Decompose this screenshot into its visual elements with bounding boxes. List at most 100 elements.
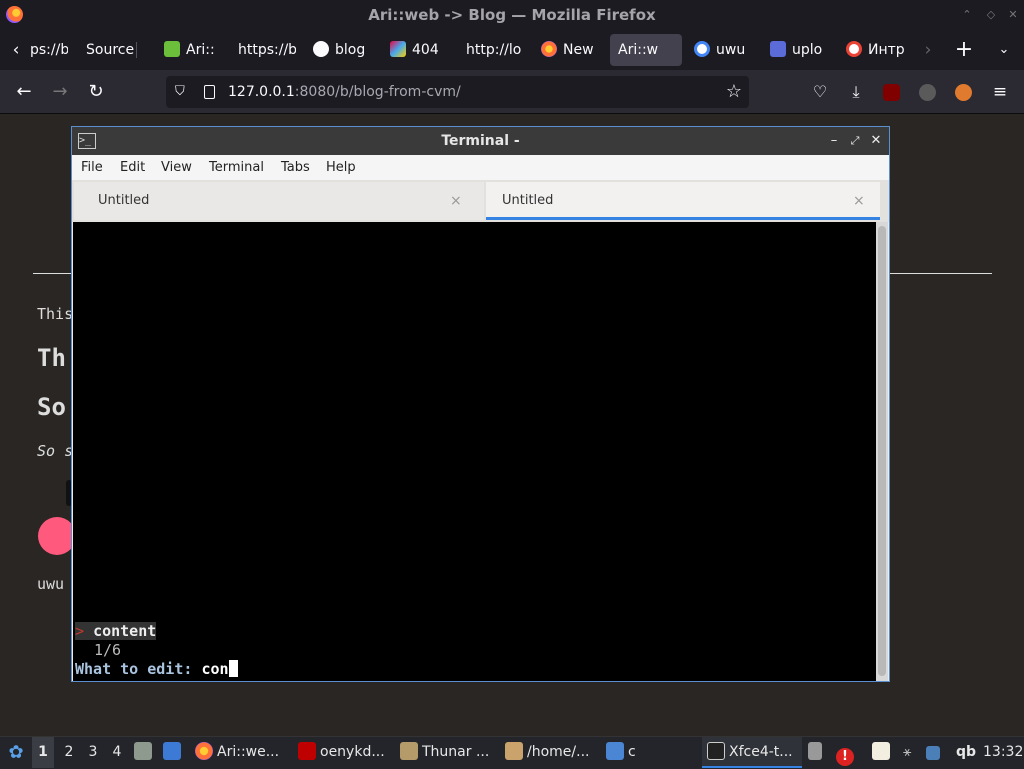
tab-label: Ari::w — [618, 42, 659, 58]
terminal-menubar — [72, 155, 889, 180]
close-icon[interactable]: ✕ — [1006, 8, 1020, 22]
maximize-icon[interactable]: ◇ — [984, 8, 998, 22]
browser-tab[interactable]: 404 — [390, 34, 440, 66]
browser-tab[interactable]: New — [541, 34, 595, 66]
page-divider — [890, 273, 992, 274]
browser-tab[interactable]: ps://b — [30, 34, 68, 66]
terminal-tab-label: Untitled — [98, 193, 150, 208]
close-tab-icon[interactable]: × — [450, 182, 462, 220]
taskbar-app-thunar[interactable]: Thunar ... — [400, 737, 496, 768]
forward-icon[interactable]: → — [45, 78, 75, 106]
whisker-menu-icon[interactable]: ✿ — [6, 737, 26, 768]
firefox-icon — [541, 41, 557, 57]
tray-alert-icon[interactable]: ! — [836, 737, 858, 768]
tray-update-icon[interactable] — [926, 737, 944, 768]
tab-label: Source — [86, 42, 135, 58]
leaf-icon — [164, 41, 180, 57]
taskbar-app-folder[interactable]: c — [606, 737, 646, 768]
browser-tab[interactable]: Интр — [846, 34, 904, 66]
terminal-tab-active[interactable]: Untitled × — [486, 182, 880, 220]
terminal-screen[interactable] — [73, 222, 876, 681]
tray-clipboard-icon[interactable] — [808, 737, 826, 768]
update-icon — [926, 746, 940, 760]
tab-label: https://b — [238, 42, 296, 58]
tampermonkey-icon[interactable] — [955, 84, 972, 101]
text-cursor — [228, 660, 238, 677]
privacy-extension-icon[interactable] — [919, 84, 936, 101]
show-desktop-icon[interactable] — [163, 737, 185, 768]
result-counter: 1/6 — [94, 641, 122, 659]
browser-tab[interactable]: blog — [313, 34, 367, 66]
launcher-files-icon[interactable] — [134, 737, 156, 768]
taskbar-app-filezilla[interactable]: oenykd... — [298, 737, 390, 768]
taskbar-app-firefox[interactable]: Ari::we... — [195, 737, 287, 768]
downloads-icon[interactable]: ⤓ — [846, 80, 866, 104]
network-icon[interactable]: ⚹ — [903, 737, 911, 768]
browser-tab[interactable]: https://b — [238, 34, 296, 66]
menu-file[interactable]: File — [81, 155, 103, 180]
browser-tab[interactable]: uplo — [770, 34, 824, 66]
page-heading: Th — [37, 344, 66, 372]
tab-scroll-right-icon[interactable]: › — [914, 34, 942, 66]
terminal-icon — [707, 742, 725, 760]
taskbar-app-label: /home/... — [527, 744, 590, 760]
close-icon[interactable]: ✕ — [868, 132, 884, 150]
taskbar-app-terminal[interactable]: Xfce4-t... — [702, 737, 802, 768]
google-icon — [694, 41, 710, 57]
minimize-icon[interactable]: – — [826, 132, 842, 150]
tab-label: blog — [335, 42, 366, 58]
google-icon — [846, 41, 862, 57]
taskbar-app-label: Thunar ... — [422, 744, 490, 760]
workspace-2[interactable]: 2 — [60, 737, 78, 768]
taskbar-app-label: Ari::we... — [217, 744, 280, 760]
thunar-icon — [400, 742, 418, 760]
menu-view[interactable]: View — [161, 155, 192, 180]
filezilla-icon — [298, 742, 316, 760]
terminal-title: Terminal - — [441, 133, 520, 149]
prompt-marker: > — [75, 622, 85, 640]
menu-help[interactable]: Help — [326, 155, 356, 180]
menu-icon[interactable]: ≡ — [985, 78, 1015, 106]
new-tab-icon[interactable]: + — [950, 34, 978, 66]
close-tab-icon[interactable]: × — [853, 182, 865, 220]
menu-tabs[interactable]: Tabs — [281, 155, 310, 180]
workspace-1[interactable]: 1 — [32, 737, 54, 768]
page-divider — [33, 273, 73, 274]
ublock-origin-icon[interactable] — [883, 84, 900, 101]
pocket-icon[interactable]: ♡ — [810, 80, 830, 104]
browser-tab[interactable]: http://lo — [466, 34, 524, 66]
page-heading: So — [37, 393, 66, 421]
qbittorrent-icon[interactable]: qb — [956, 737, 976, 768]
scrollbar-thumb[interactable] — [878, 226, 886, 676]
page-icon[interactable] — [204, 85, 215, 99]
files-icon — [134, 742, 152, 760]
browser-tab[interactable]: Source — [86, 34, 142, 66]
selected-item: content — [93, 622, 157, 640]
tab-separator — [136, 42, 137, 58]
browser-tab-active[interactable]: Ari::w — [610, 34, 682, 66]
shield-icon[interactable]: ⛉ — [175, 84, 189, 100]
minimize-icon[interactable]: ⌃ — [960, 8, 974, 22]
terminal-tab[interactable]: Untitled × — [74, 182, 484, 220]
bookmark-star-icon[interactable]: ☆ — [724, 80, 744, 104]
url-text[interactable]: 127.0.0.1:8080/b/blog-from-cvm/ — [228, 76, 461, 108]
url-path: :8080/b/blog-from-cvm/ — [294, 84, 461, 100]
menu-edit[interactable]: Edit — [120, 155, 145, 180]
taskbar-app-archive[interactable]: /home/... — [505, 737, 597, 768]
list-tabs-icon[interactable]: ⌄ — [990, 34, 1018, 66]
menu-terminal[interactable]: Terminal — [209, 155, 264, 180]
tray-notes-icon[interactable] — [872, 737, 894, 768]
window-title: Ari::web -> Blog — Mozilla Firefox — [368, 6, 656, 24]
workspace-3[interactable]: 3 — [84, 737, 102, 768]
url-host: 127.0.0.1 — [228, 84, 295, 100]
browser-tab[interactable]: Ari:: — [164, 34, 216, 66]
back-icon[interactable]: ← — [9, 78, 39, 106]
browser-tab[interactable]: uwu — [694, 34, 746, 66]
tab-label: ps://b — [30, 42, 68, 58]
maximize-icon[interactable]: ⤢ — [847, 132, 863, 150]
edit-input[interactable]: con — [201, 660, 228, 678]
reload-icon[interactable]: ↻ — [81, 78, 111, 106]
workspace-4[interactable]: 4 — [108, 737, 126, 768]
archive-icon — [505, 742, 523, 760]
tab-scroll-left-icon[interactable]: ‹ — [2, 34, 30, 66]
